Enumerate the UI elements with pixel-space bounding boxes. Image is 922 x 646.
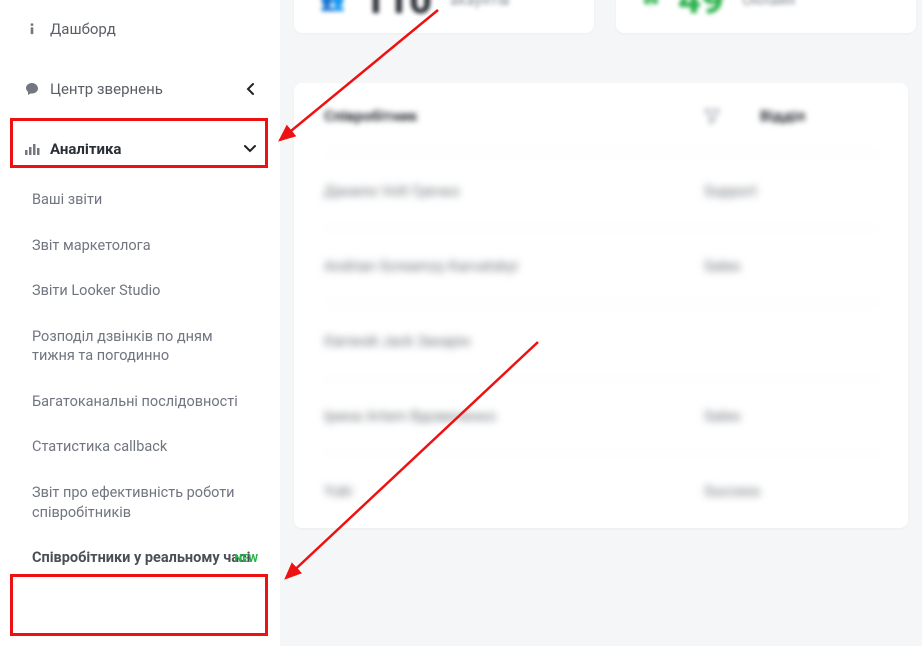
stat-card-accounts: 👥 110 акаунтів [294, 0, 594, 33]
sidebar-item-dashboard[interactable]: Дашборд [0, 8, 280, 50]
sidebar-sub-label: Статистика callback [32, 438, 167, 455]
sidebar-sub-callback[interactable]: Статистика callback [0, 427, 280, 467]
sidebar-sub-label: Розподіл дзвінків по дням тижня та погод… [32, 328, 213, 365]
chevron-left-icon [246, 83, 256, 95]
table-header: Співробітник Відділ [324, 107, 878, 153]
sidebar-item-label: Центр звернень [50, 80, 163, 98]
cell-name: Данило Volt Гречко [324, 182, 704, 200]
cell-dept: Sales [704, 257, 740, 275]
sidebar-sub-label: Співробітники у реальному часі [32, 549, 250, 566]
cell-name: Ірина Artem Вдовиченко [324, 407, 704, 425]
cell-dept: Sales [704, 407, 740, 425]
sidebar-sub-looker[interactable]: Звіти Looker Studio [0, 271, 280, 311]
main-content: 👥 110 акаунтів ☘ 49 Онлайн Співробітник … [280, 0, 922, 646]
chevron-down-icon [244, 144, 256, 154]
col-employee[interactable]: Співробітник [324, 107, 704, 125]
sidebar-sub-label: Звіт про ефективність роботи співробітни… [32, 484, 235, 521]
sidebar-sub-label: Багатоканальні послідовності [32, 393, 238, 410]
employees-table: Співробітник Відділ Данило Volt Гречко S… [294, 83, 908, 528]
col-dept[interactable]: Відділ [760, 107, 805, 125]
table-row[interactable]: Yuki Success [324, 453, 878, 504]
table-row[interactable]: Євгеній Jack Захарін [324, 303, 878, 378]
info-icon [24, 22, 40, 36]
sidebar-sub-marketer[interactable]: Звіт маркетолога [0, 226, 280, 266]
cell-name: Євгеній Jack Захарін [324, 332, 704, 350]
sidebar-item-label: Аналітика [50, 140, 121, 158]
table-row[interactable]: Данило Volt Гречко Support [324, 153, 878, 228]
stat-label: акаунтів [450, 0, 510, 9]
stat-card-online: ☘ 49 Онлайн [616, 0, 916, 33]
new-badge: NEW [234, 552, 258, 567]
sidebar-sub-realtime-employees[interactable]: Співробітники у реальному часі NEW [0, 538, 280, 578]
sidebar-sub-calls-dist[interactable]: Розподіл дзвінків по дням тижня та погод… [0, 317, 280, 376]
stat-value: 49 [678, 0, 724, 23]
sidebar: Дашборд Центр звернень Аналітика Ваші зв… [0, 0, 280, 646]
sidebar-sub-label: Звіти Looker Studio [32, 282, 160, 299]
filter-icon[interactable] [704, 108, 720, 124]
stat-value: 110 [363, 0, 432, 23]
sidebar-item-contact-center[interactable]: Центр звернень [0, 68, 280, 110]
sidebar-sub-label: Звіт маркетолога [32, 237, 151, 254]
users-icon: 👥 [320, 0, 345, 12]
stat-cards-row: 👥 110 акаунтів ☘ 49 Онлайн [294, 0, 908, 63]
cell-name: Andrian Screamzy Karvatskyi [324, 257, 704, 275]
sidebar-sub-label: Ваші звіти [32, 191, 102, 208]
sidebar-item-label: Дашборд [50, 20, 116, 38]
sidebar-sub-efficiency[interactable]: Звіт про ефективність роботи співробітни… [0, 473, 280, 532]
sidebar-sub-your-reports[interactable]: Ваші звіти [0, 180, 280, 220]
cell-dept: Success [704, 482, 760, 500]
bar-chart-icon [24, 141, 40, 157]
cell-dept: Support [704, 182, 757, 200]
sidebar-item-analytics[interactable]: Аналітика [0, 128, 280, 170]
table-row[interactable]: Andrian Screamzy Karvatskyi Sales [324, 228, 878, 303]
sidebar-sub-multichannel[interactable]: Багатоканальні послідовності [0, 382, 280, 422]
table-row[interactable]: Ірина Artem Вдовиченко Sales [324, 378, 878, 453]
chat-icon [24, 81, 40, 97]
cell-name: Yuki [324, 482, 704, 500]
stat-label: Онлайн [742, 0, 795, 9]
online-icon: ☘ [642, 0, 660, 12]
